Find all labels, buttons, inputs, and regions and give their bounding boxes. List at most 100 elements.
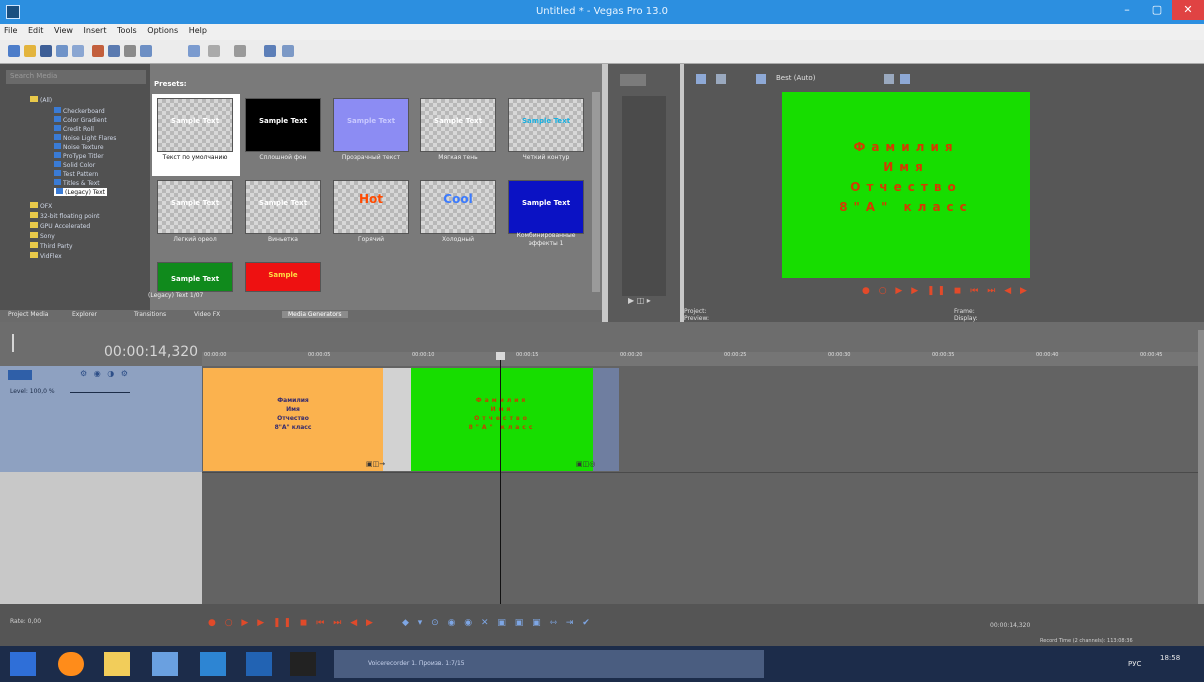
clock[interactable]: 18:58 [1160,654,1180,662]
save-icon[interactable] [40,45,52,57]
firefox-icon[interactable] [58,652,84,676]
ruler-tick: 00:00:30 [828,352,851,358]
tree-item[interactable]: GPU Accelerated [30,222,90,230]
clip-fx-icon[interactable]: ▣◫◎ [576,460,595,468]
cut-icon[interactable] [108,45,120,57]
word-icon[interactable] [246,652,272,676]
preview-settings-icon[interactable] [696,74,706,84]
video-track-header[interactable]: ⚙ ◉ ◑ ⚙ Level: 100,0 % [0,366,202,472]
track-fx-icons[interactable]: ⚙ ◉ ◑ ⚙ [80,369,130,378]
new-project-icon[interactable] [8,45,20,57]
redo-icon[interactable] [208,45,220,57]
tree-item[interactable]: OFX [30,202,52,210]
tree-item[interactable]: Titles & Text [54,179,100,187]
tab-media-generators[interactable]: Media Generators [282,311,348,318]
tree-item[interactable]: ProType Titler [54,152,104,160]
tree-item-selected[interactable]: (Legacy) Text [54,188,107,196]
preset-thumb[interactable]: Sample Text [157,262,233,292]
tab-transitions[interactable]: Transitions [134,311,166,318]
preset-thumb[interactable]: Sample Text [157,180,233,234]
render-icon[interactable] [92,45,104,57]
clip-tail[interactable] [593,368,619,471]
tree-item[interactable]: Noise Texture [54,143,104,151]
preset-thumb[interactable]: Sample [245,262,321,292]
time-ruler[interactable]: 00:00:00 00:00:05 00:00:10 00:00:15 00:0… [202,352,1198,366]
presets-scrollbar[interactable] [592,92,600,292]
save-snapshot-icon[interactable] [900,74,910,84]
track-level-slider[interactable] [70,392,130,393]
preview-line: Отчество [850,180,962,194]
app-icon[interactable] [152,652,178,676]
search-input[interactable]: Search Media [6,70,146,84]
external-monitor-icon[interactable] [716,74,726,84]
envelope-tool-icon[interactable] [282,45,294,57]
playhead-cursor[interactable] [500,352,501,604]
taskbar-window-item[interactable]: Voicerecorder 1. Произв. 1:7/15 [334,650,764,678]
tree-item[interactable]: Color Gradient [54,116,107,124]
timeline-v-scrollbar[interactable] [1198,330,1204,610]
tree-item[interactable]: Solid Color [54,161,95,169]
open-icon[interactable] [24,45,36,57]
transition-region[interactable] [383,368,411,471]
tree-item[interactable]: (All) [30,96,52,104]
tree-item[interactable]: 32-bit floating point [30,212,100,220]
minimize-button[interactable]: – [1112,0,1142,20]
properties-icon[interactable] [72,45,84,57]
history-icon[interactable] [234,45,246,57]
snapshot-icon[interactable] [884,74,894,84]
preset-thumb[interactable]: Sample Text [333,98,409,152]
tab-project-media[interactable]: Project Media [8,311,48,318]
ruler-tick: 00:00:35 [932,352,955,358]
preset-thumb[interactable]: Hot [333,180,409,234]
preset-thumb[interactable]: Cool [420,180,496,234]
menu-tools[interactable]: Tools [113,24,141,37]
preset-label: Легкий ореол [173,236,217,243]
copy-icon[interactable] [124,45,136,57]
menu-insert[interactable]: Insert [80,24,111,37]
tree-item[interactable]: Credit Roll [54,125,94,133]
paste-icon[interactable] [140,45,152,57]
preset-thumb[interactable]: Sample Text [508,180,584,234]
tree-item[interactable]: Test Pattern [54,170,98,178]
edit-tool-icon[interactable] [264,45,276,57]
close-button[interactable]: ✕ [1172,0,1204,20]
mixer-controls-icon[interactable]: ▶ ◫ ▸ [628,296,651,305]
windows-start-icon[interactable] [10,652,36,676]
vegas-taskbar-icon[interactable] [290,652,316,676]
fx-tree-panel [0,64,150,310]
language-indicator[interactable]: РУС [1128,660,1141,668]
text-clip-2[interactable]: Фамилия Имя Отчество 8"А" класс [411,368,593,471]
menu-options[interactable]: Options [143,24,182,37]
menu-help[interactable]: Help [185,24,211,37]
playhead-handle[interactable] [496,352,505,360]
clip-fx-icon[interactable]: ▣◫→ [366,460,385,468]
edge-icon[interactable] [200,652,226,676]
save-as-icon[interactable] [56,45,68,57]
tree-item[interactable]: Noise Light Flares [54,134,116,142]
tree-item[interactable]: VidFlex [30,252,62,260]
file-explorer-icon[interactable] [104,652,130,676]
preset-thumb[interactable]: Sample Text [245,98,321,152]
preset-thumb[interactable]: Sample Text [508,98,584,152]
maximize-button[interactable]: ▢ [1142,0,1172,20]
preset-thumb[interactable]: Sample Text [245,180,321,234]
transport-icons[interactable]: ● ○ ▶ ▶ ❚❚ ◼ ⏮ ⏭ ◀ ▶ [208,618,376,628]
preset-thumb[interactable]: Sample Text [157,98,233,152]
text-clip-1[interactable]: Фамилия Имя Отчество 8"А" класс [203,368,383,471]
menu-view[interactable]: View [50,24,77,37]
tree-item[interactable]: Checkerboard [54,107,105,115]
preview-transport-icons[interactable]: ● ○ ▶ ▶ ❚❚ ◼ ⏮ ⏭ ◀ ▶ [862,286,1030,296]
menu-file[interactable]: File [0,24,21,37]
edit-tool-icons[interactable]: ◆ ▾ ⊙ ◉ ◉ ✕ ▣ ▣ ▣ ⇿ ⇥ ✔ [402,618,593,628]
preview-quality-dropdown[interactable]: Best (Auto) [776,74,815,82]
tab-video-fx[interactable]: Video FX [194,311,220,318]
splitter-icon[interactable] [12,334,14,352]
undo-icon[interactable] [188,45,200,57]
mixer-dropdown[interactable] [620,74,646,86]
tree-item[interactable]: Third Party [30,242,73,250]
tree-item[interactable]: Sony [30,232,55,240]
menu-edit[interactable]: Edit [24,24,48,37]
tab-explorer[interactable]: Explorer [72,311,97,318]
preset-thumb[interactable]: Sample Text [420,98,496,152]
split-screen-icon[interactable] [756,74,766,84]
